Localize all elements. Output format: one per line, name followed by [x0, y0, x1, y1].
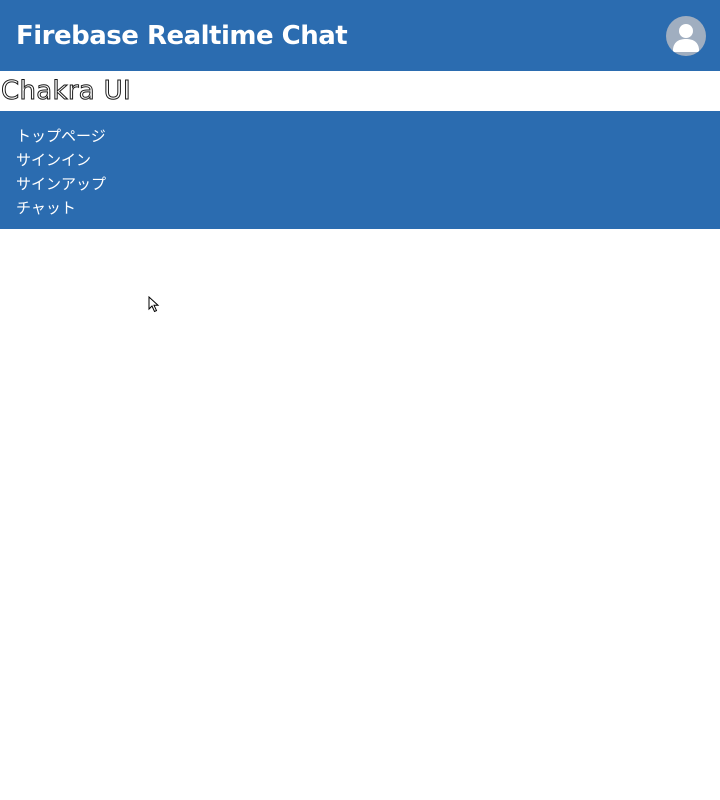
nav-link-chat[interactable]: チャット — [16, 196, 76, 220]
nav-list: トップページ サインイン サインアップ チャット — [16, 124, 720, 220]
nav-link-sign-up[interactable]: サインアップ — [16, 172, 106, 196]
user-avatar-icon[interactable] — [666, 15, 706, 56]
brand-strip: Chakra UI — [0, 71, 720, 111]
person-icon — [673, 23, 699, 52]
app-title: Firebase Realtime Chat — [16, 20, 348, 51]
nav-menu: トップページ サインイン サインアップ チャット — [0, 111, 720, 229]
mouse-cursor-icon — [148, 296, 160, 313]
nav-link-top-page[interactable]: トップページ — [16, 124, 106, 148]
app-header: Firebase Realtime Chat — [0, 0, 720, 71]
nav-link-sign-in[interactable]: サインイン — [16, 148, 91, 172]
brand-text: Chakra UI — [1, 76, 132, 107]
